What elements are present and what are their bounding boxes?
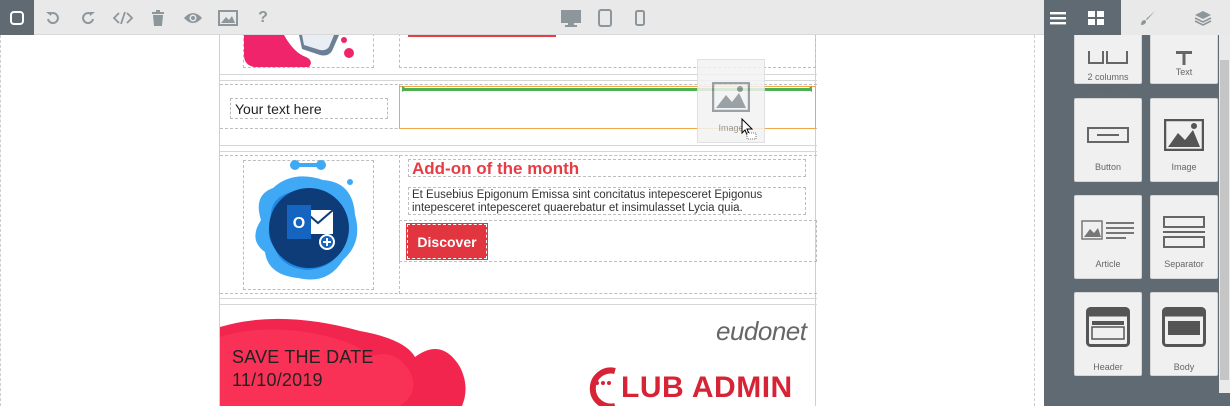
two-columns-icon: [1088, 51, 1128, 64]
block-two-columns[interactable]: 2 columns 30%/70%: [1074, 35, 1142, 93]
block-text-label: Text: [1175, 67, 1193, 77]
style-icon: [1141, 10, 1155, 25]
block-two-columns-label-text: 2 columns 30%/70%: [1087, 72, 1129, 93]
image-icon: [1164, 119, 1204, 151]
editor-toolbar: ?: [0, 0, 1044, 35]
mobile-icon[interactable]: [623, 0, 657, 35]
save-the-date-line: SAVE THE DATE: [232, 347, 374, 367]
panel-tabs: [1071, 0, 1230, 35]
block-two-columns-label: 2 columns 30%/70%: [1075, 72, 1141, 94]
image-icon[interactable]: [211, 0, 245, 35]
block-header-label: Header: [1093, 362, 1123, 372]
select-icon[interactable]: [0, 0, 34, 35]
blocks-grid: 2 columns 30%/70% Text Button Image Arti…: [1071, 35, 1219, 393]
button-icon: [1087, 127, 1129, 143]
eudonet-logo: eudonet: [716, 316, 807, 346]
top-red-bar: [408, 35, 556, 37]
phone-illustration: [244, 35, 354, 67]
row-divider: [220, 298, 817, 299]
help-icon[interactable]: ?: [246, 0, 280, 35]
outlook-logo: O: [255, 160, 358, 280]
layers-icon: [1194, 10, 1211, 26]
svg-text:O: O: [293, 215, 305, 232]
block-image[interactable]: Image: [1150, 98, 1218, 182]
undo-icon[interactable]: [36, 0, 70, 35]
article-icon: [1081, 220, 1134, 240]
text-block[interactable]: Your text here: [230, 98, 388, 119]
canvas-guide-left: [0, 35, 1, 406]
save-the-date-text[interactable]: SAVE THE DATE 11/10/2019: [232, 346, 374, 392]
preview-icon[interactable]: [176, 0, 210, 35]
addon-text[interactable]: Et Eusebius Epigonum Emissa sint concita…: [408, 187, 806, 215]
date-line: 11/10/2019: [232, 370, 323, 390]
block-separator[interactable]: Separator: [1150, 195, 1218, 279]
editor-canvas: Your text here O Add-on of the month Et …: [0, 35, 1044, 406]
row-divider: [220, 151, 817, 152]
row-divider: [220, 145, 817, 146]
tab-style[interactable]: [1121, 0, 1175, 35]
image-icon: [712, 82, 750, 112]
menu-button[interactable]: [1044, 0, 1071, 35]
club-admin-title: LUB ADMIN: [621, 371, 793, 404]
hamburger-icon: [1049, 11, 1066, 24]
panel-bottom: [1044, 393, 1230, 406]
desktop-icon[interactable]: [554, 0, 588, 35]
header-icon: [1086, 307, 1130, 347]
redo-icon[interactable]: [71, 0, 105, 35]
body-icon: [1162, 307, 1206, 347]
tablet-icon[interactable]: [588, 0, 622, 35]
trash-icon[interactable]: [141, 0, 175, 35]
code-icon[interactable]: [106, 0, 140, 35]
block-button-label: Button: [1094, 162, 1122, 172]
block-button[interactable]: Button: [1074, 98, 1142, 182]
block-separator-label: Separator: [1164, 259, 1204, 269]
discover-button[interactable]: Discover: [406, 223, 488, 260]
panel-scroll-thumb[interactable]: [1220, 60, 1229, 380]
block-article-label: Article: [1095, 259, 1121, 269]
block-image-label: Image: [1171, 162, 1197, 172]
row-divider: [220, 304, 817, 305]
cursor-icon: [741, 118, 757, 140]
tab-blocks[interactable]: [1071, 0, 1121, 35]
addon-title[interactable]: Add-on of the month: [408, 159, 806, 177]
block-body-label: Body: [1173, 362, 1195, 372]
canvas-guide-right: [1034, 35, 1035, 406]
block-article[interactable]: Article: [1074, 195, 1142, 279]
blocks-icon: [1088, 10, 1104, 25]
separator-icon: [1163, 216, 1205, 248]
block-body[interactable]: Body: [1150, 292, 1218, 376]
block-text[interactable]: Text: [1150, 35, 1218, 84]
text-icon: [1176, 51, 1192, 65]
block-header[interactable]: Header: [1074, 292, 1142, 376]
tab-layers[interactable]: [1175, 0, 1230, 35]
club-c-icon: [589, 367, 616, 406]
